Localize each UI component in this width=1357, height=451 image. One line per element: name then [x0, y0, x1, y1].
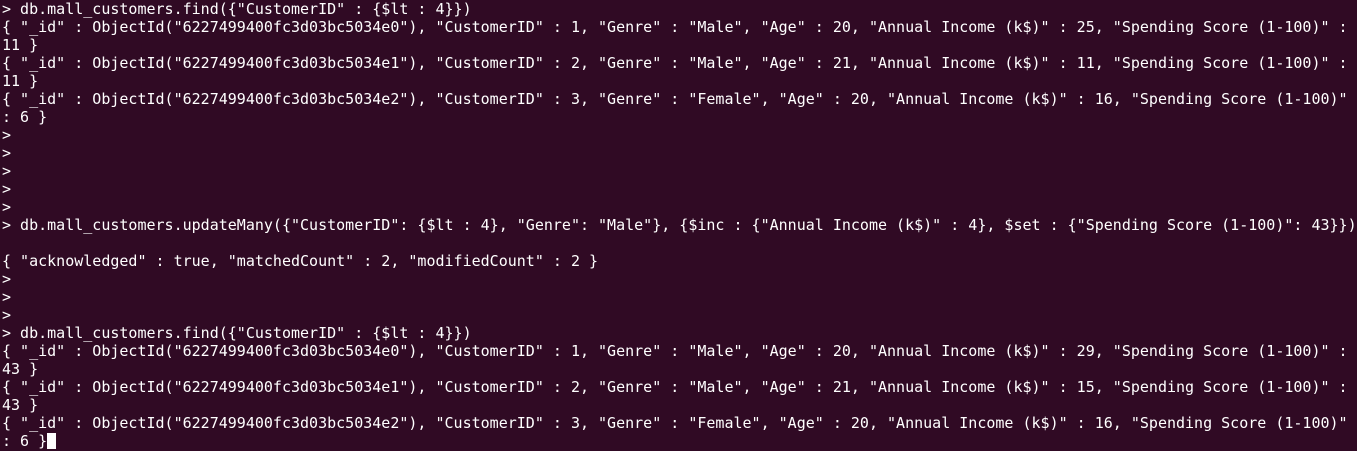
terminal-line: { "_id" : ObjectId("6227499400fc3d03bc50…	[2, 378, 1348, 396]
terminal-line: > db.mall_customers.find({"CustomerID" :…	[2, 324, 472, 342]
terminal-line: >	[2, 306, 12, 324]
terminal-line: { "_id" : ObjectId("6227499400fc3d03bc50…	[2, 18, 1348, 36]
terminal-line-text: : 6 }	[2, 432, 48, 450]
terminal-line: >	[2, 162, 12, 180]
terminal-line: >	[2, 198, 12, 216]
terminal-line: >	[2, 126, 12, 144]
terminal-line: { "_id" : ObjectId("6227499400fc3d03bc50…	[2, 342, 1348, 360]
terminal-line: 11 }	[2, 72, 39, 90]
terminal-line: >	[2, 180, 12, 198]
terminal-line: 43 }	[2, 396, 39, 414]
terminal-line: > db.mall_customers.find({"CustomerID" :…	[2, 0, 472, 18]
terminal-line: { "_id" : ObjectId("6227499400fc3d03bc50…	[2, 54, 1348, 72]
terminal-line: >	[2, 288, 12, 306]
terminal-line: { "acknowledged" : true, "matchedCount" …	[2, 252, 599, 270]
terminal-line: 11 }	[2, 36, 39, 54]
terminal-line-last: : 6 }	[2, 432, 1357, 450]
terminal-line: { "_id" : ObjectId("6227499400fc3d03bc50…	[2, 414, 1348, 432]
terminal-window[interactable]: > db.mall_customers.find({"CustomerID" :…	[0, 0, 1357, 451]
terminal-line: 43 }	[2, 360, 39, 378]
text-cursor	[47, 433, 57, 449]
terminal-line: { "_id" : ObjectId("6227499400fc3d03bc50…	[2, 90, 1348, 108]
terminal-line: >	[2, 144, 12, 162]
terminal-line: >	[2, 270, 12, 288]
terminal-line: > db.mall_customers.updateMany({"Custome…	[2, 216, 1357, 234]
terminal-line: : 6 }	[2, 108, 48, 126]
